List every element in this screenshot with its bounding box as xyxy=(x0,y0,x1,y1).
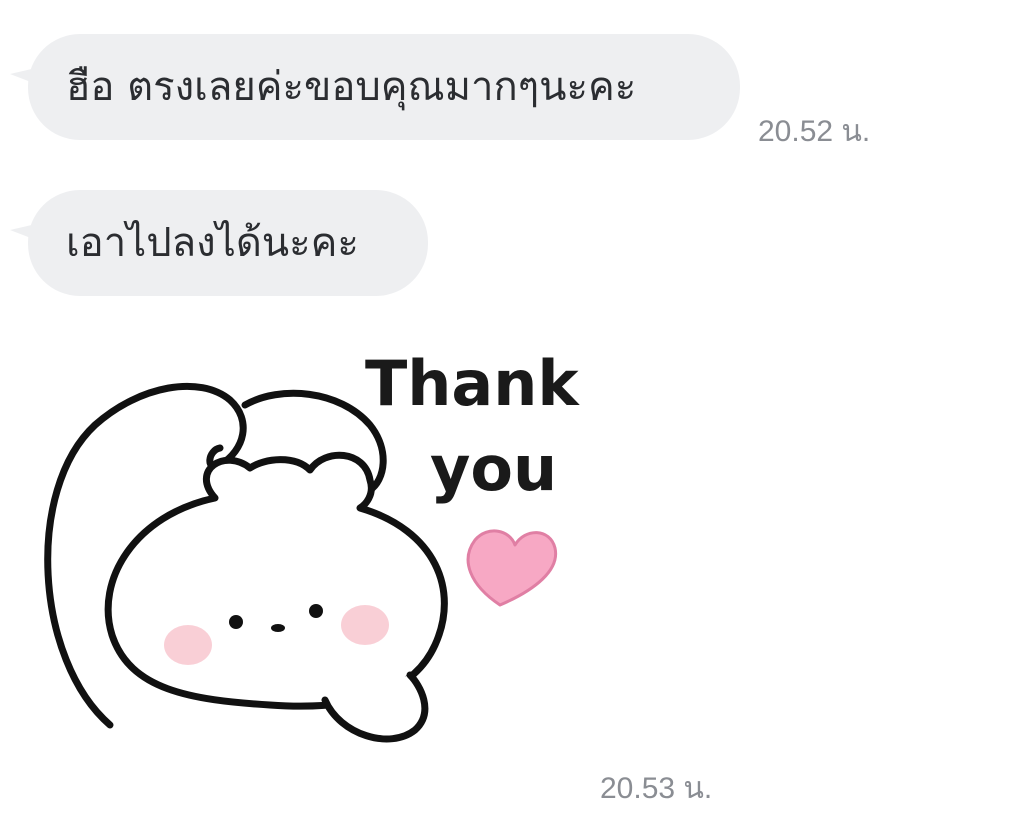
bubble-tail xyxy=(10,68,36,84)
left-cheek xyxy=(164,625,212,665)
chat-thread: ฮือ ตรงเลยค่ะขอบคุณมากๆนะคะ 20.52 น. เอา… xyxy=(0,0,1029,834)
sticker-text-you: you xyxy=(430,432,557,505)
message-timestamp: 20.52 น. xyxy=(758,115,871,148)
message-text: ฮือ ตรงเลยค่ะขอบคุณมากๆนะคะ xyxy=(66,64,637,110)
right-eye xyxy=(309,604,323,618)
bear-thank-you-sticker[interactable]: Thank you xyxy=(40,330,580,770)
sticker-image: Thank you xyxy=(44,347,580,743)
left-eye xyxy=(229,615,243,629)
bubble-tail xyxy=(10,224,36,240)
sticker-timestamp: 20.53 น. xyxy=(600,772,713,805)
message-bubble[interactable]: เอาไปลงได้นะคะ xyxy=(10,190,428,296)
mouth xyxy=(271,624,285,632)
heart-icon xyxy=(466,529,558,607)
sticker-text-thank: Thank xyxy=(365,347,580,420)
message-text: เอาไปลงได้นะคะ xyxy=(66,220,359,266)
right-cheek xyxy=(341,605,389,645)
message-bubble[interactable]: ฮือ ตรงเลยค่ะขอบคุณมากๆนะคะ xyxy=(10,34,740,140)
bear-head xyxy=(104,451,448,710)
